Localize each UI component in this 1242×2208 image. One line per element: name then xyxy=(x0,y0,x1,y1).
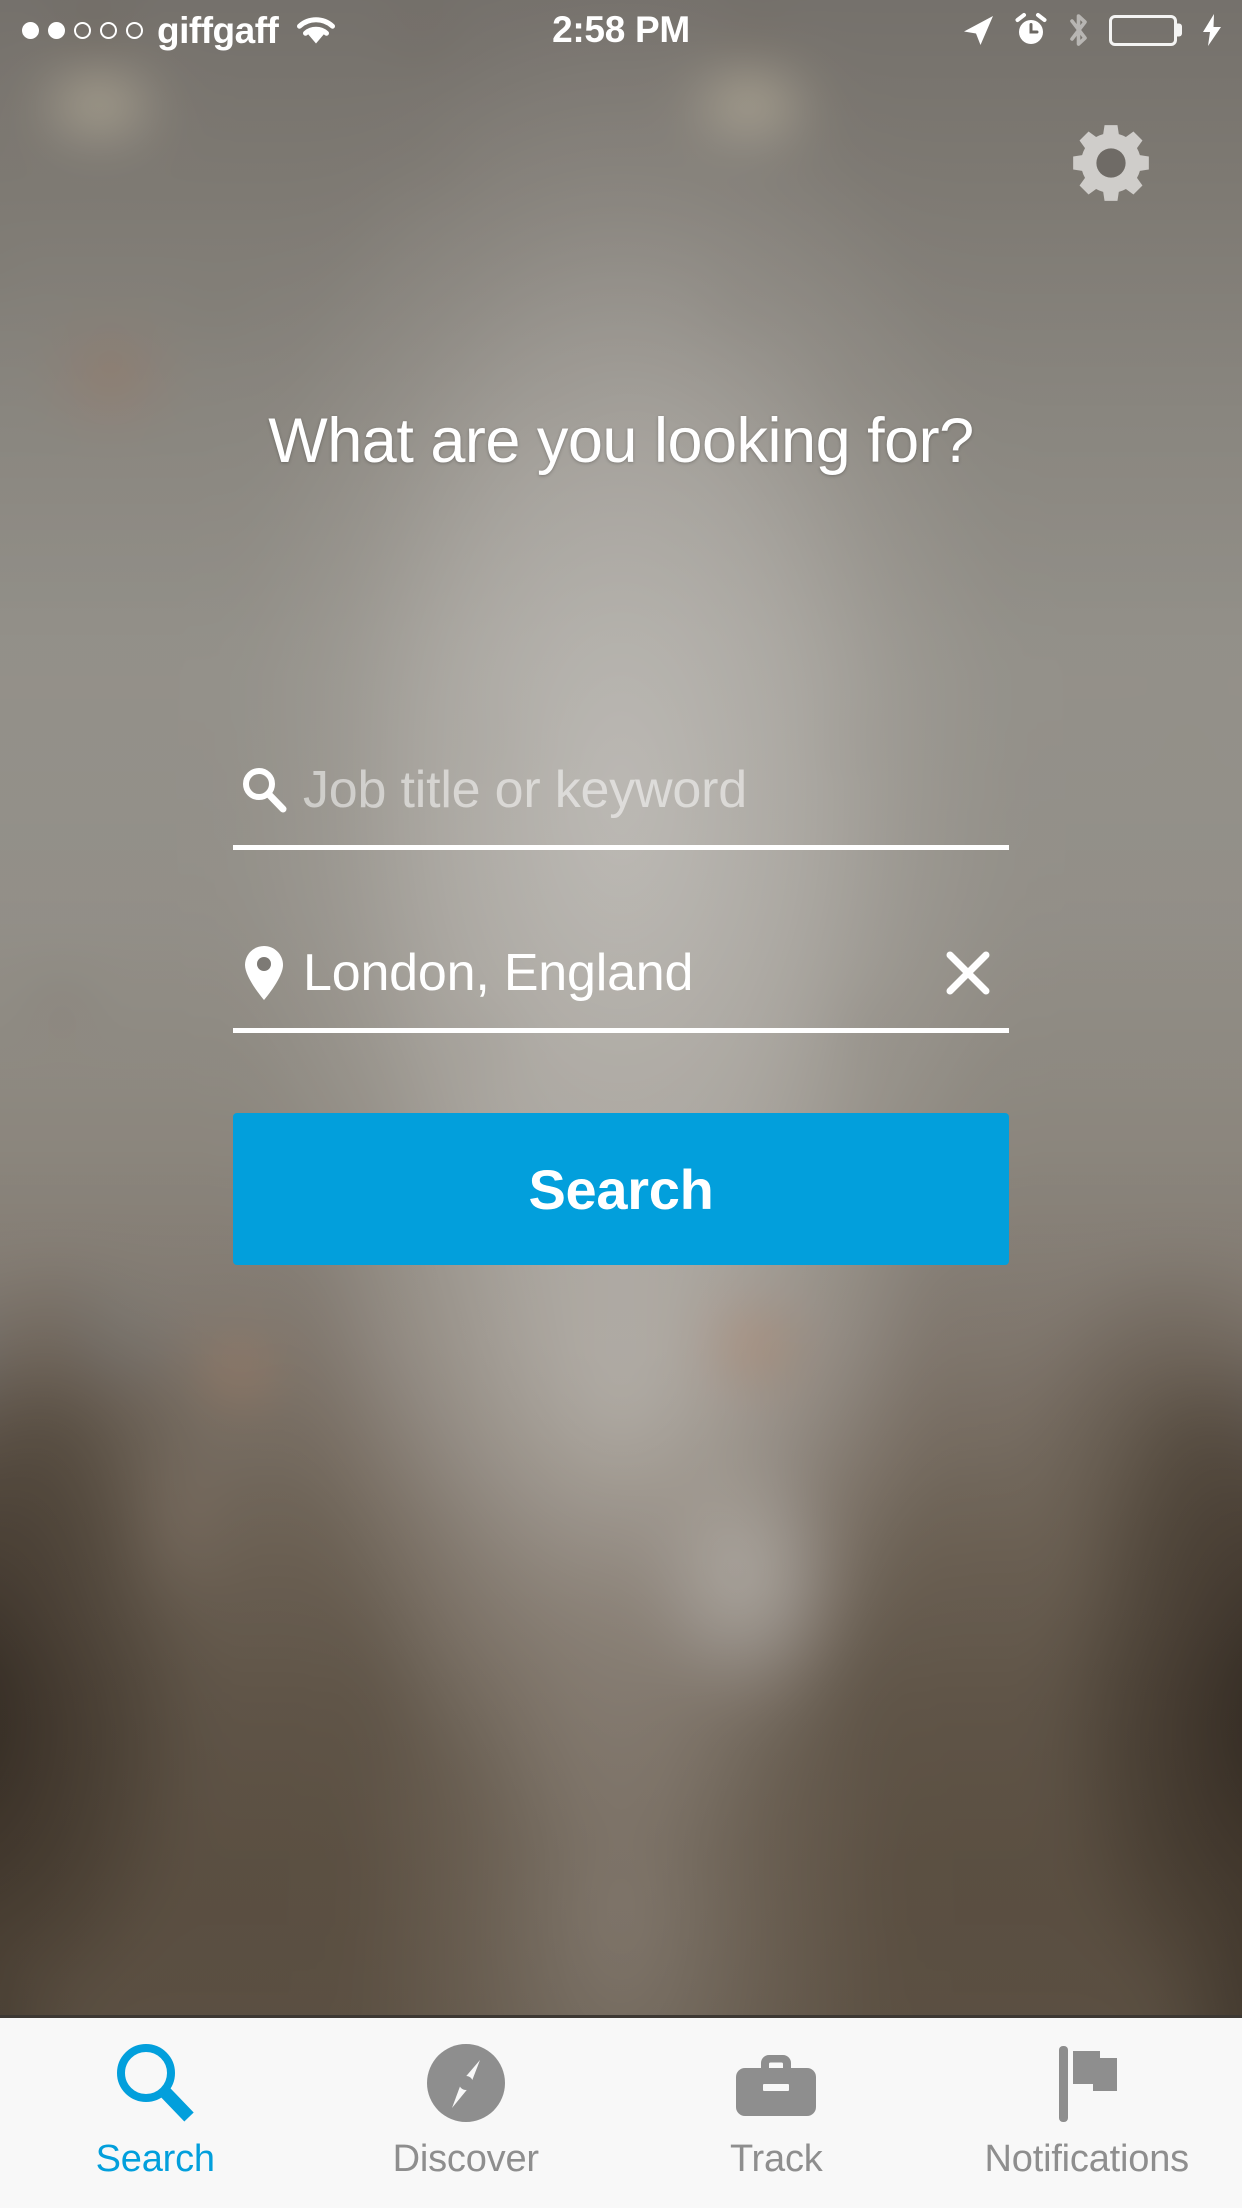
location-arrow-icon xyxy=(960,12,996,48)
clear-location-button[interactable] xyxy=(931,936,1005,1010)
close-icon xyxy=(946,951,990,995)
app-screen: giffgaff 2:58 PM What are you looking fo… xyxy=(0,0,1242,2208)
tab-search[interactable]: Search xyxy=(0,2018,311,2208)
tab-label-track: Track xyxy=(729,2138,823,2180)
tab-discover[interactable]: Discover xyxy=(311,2018,622,2208)
location-input[interactable]: London, England xyxy=(303,943,931,1003)
briefcase-icon xyxy=(730,2036,822,2132)
map-pin-icon xyxy=(233,944,295,1002)
tab-label-notifications: Notifications xyxy=(984,2138,1190,2180)
alarm-clock-icon xyxy=(1013,12,1049,48)
search-button[interactable]: Search xyxy=(233,1113,1009,1265)
search-icon xyxy=(233,764,295,816)
magnifier-icon xyxy=(109,2036,201,2132)
keyword-field[interactable]: Job title or keyword xyxy=(233,735,1009,850)
tab-notifications[interactable]: Notifications xyxy=(932,2018,1242,2208)
location-field[interactable]: London, England xyxy=(233,918,1009,1033)
compass-icon xyxy=(420,2036,512,2132)
status-bar: giffgaff 2:58 PM xyxy=(0,0,1242,60)
page-title: What are you looking for? xyxy=(268,406,974,476)
status-bar-right xyxy=(960,0,1224,60)
gear-icon xyxy=(1073,125,1149,201)
search-input[interactable]: Job title or keyword xyxy=(303,760,1009,820)
battery-icon xyxy=(1109,14,1182,46)
search-form: Job title or keyword London, England Sea… xyxy=(233,735,1009,1265)
lightning-bolt-icon xyxy=(1200,12,1224,48)
settings-button[interactable] xyxy=(1068,120,1154,206)
tab-label-search: Search xyxy=(95,2138,215,2180)
bluetooth-icon xyxy=(1066,11,1092,49)
tab-bar: Search Discover Track Notifications xyxy=(0,2015,1242,2208)
flag-icon xyxy=(1041,2036,1133,2132)
tab-label-discover: Discover xyxy=(392,2138,539,2180)
tab-track[interactable]: Track xyxy=(621,2018,932,2208)
